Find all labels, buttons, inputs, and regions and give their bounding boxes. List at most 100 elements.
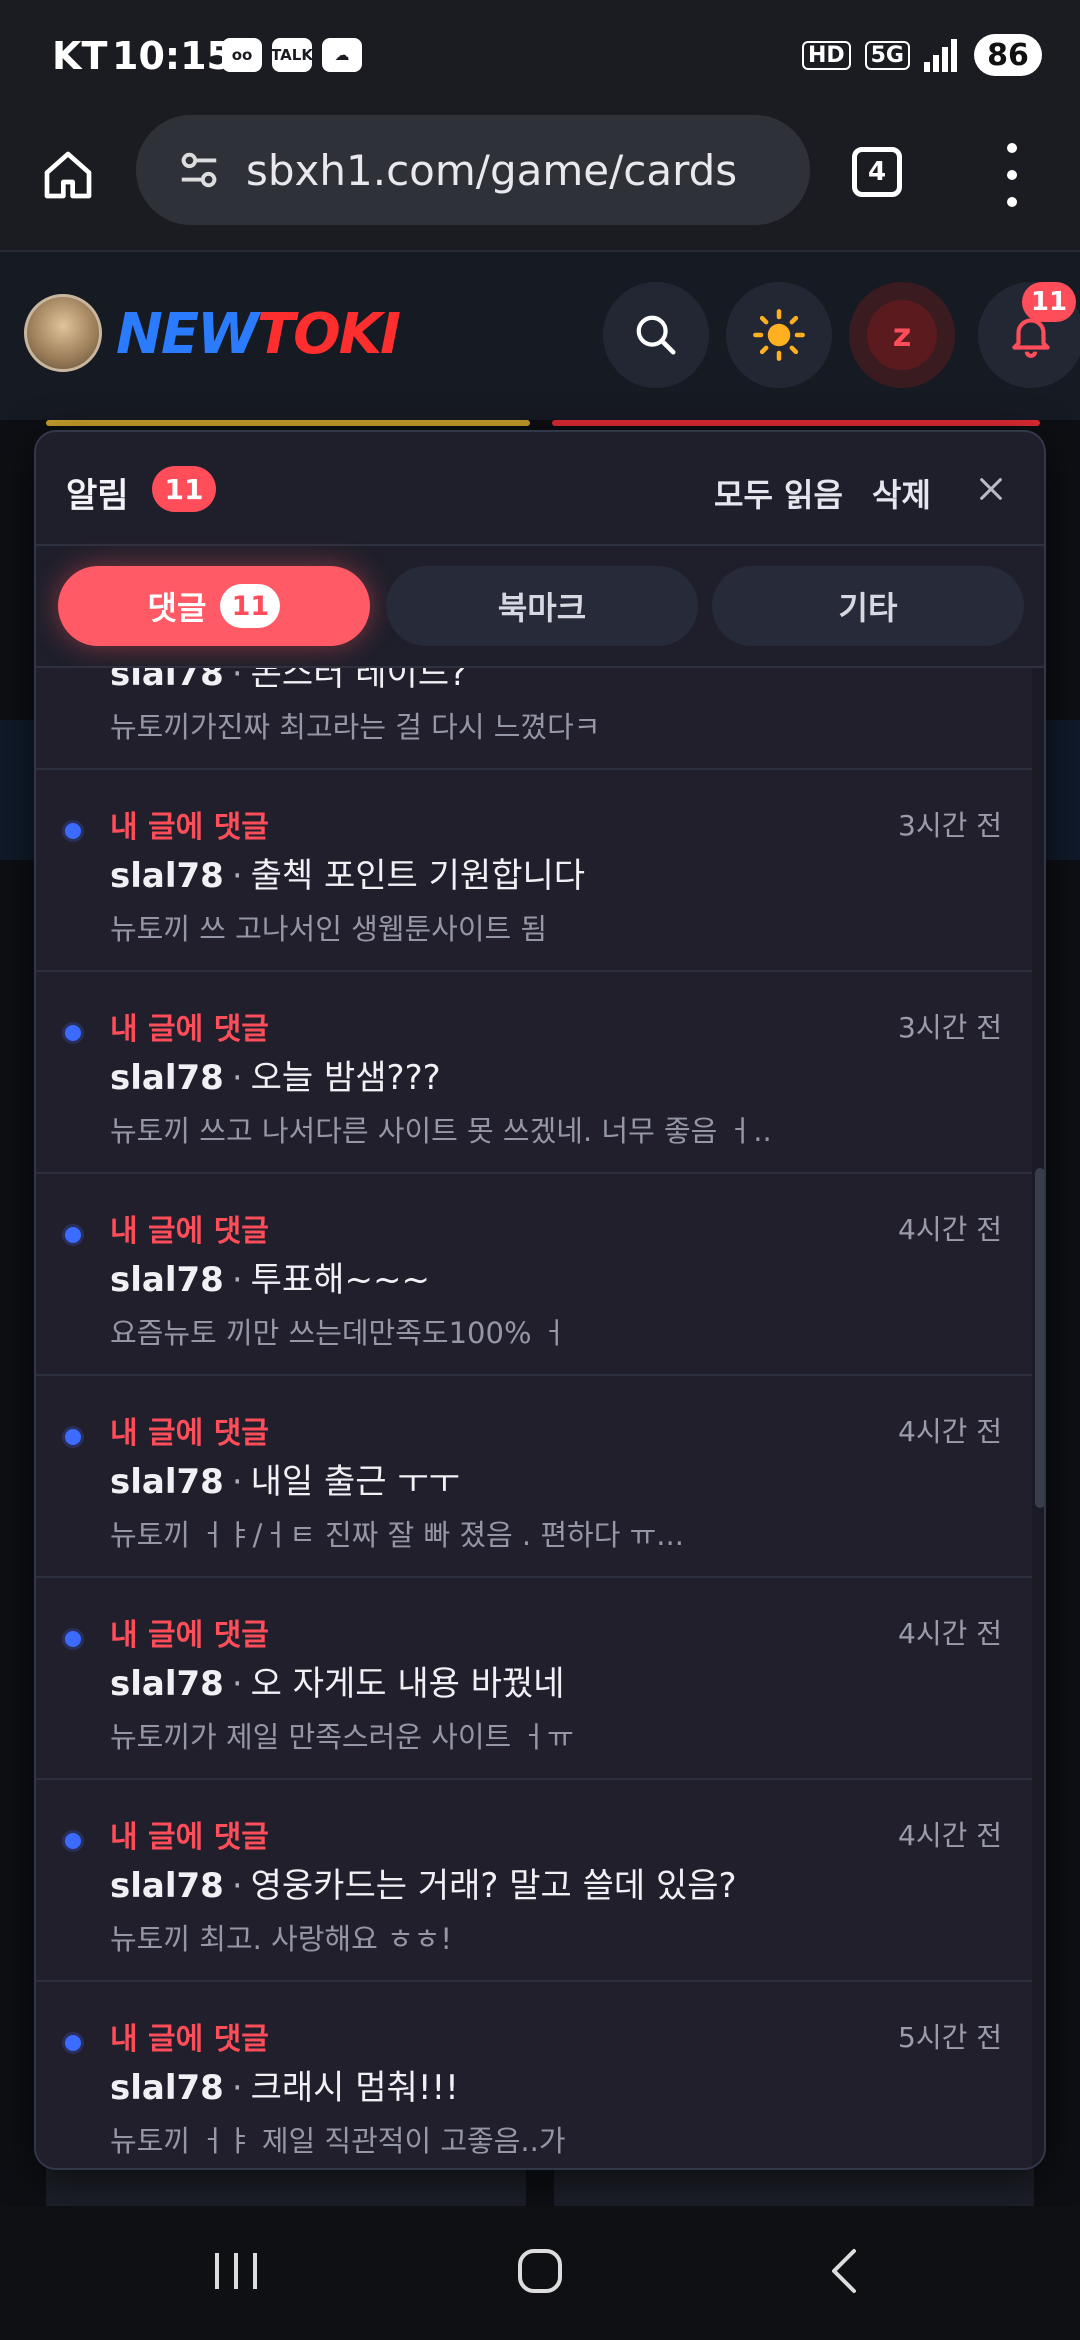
theme-toggle-button[interactable]: [726, 282, 832, 388]
close-button[interactable]: [966, 464, 1016, 514]
notification-time: 3시간 전: [898, 1011, 1002, 1044]
unread-dot: [62, 1022, 84, 1044]
unread-dot: [62, 820, 84, 842]
delete-button[interactable]: 삭제: [872, 470, 931, 516]
browser-menu-button[interactable]: [1000, 143, 1024, 207]
site-logo[interactable]: NEWTOKI: [116, 302, 401, 367]
notification-user: slal78: [110, 668, 224, 694]
network-5g-icon: 5G: [864, 40, 910, 70]
notification-type: 내 글에 댓글: [110, 1214, 269, 1249]
menu-dot: [1007, 143, 1017, 153]
notification-panel: 알림 11 모두 읽음 삭제 댓글 11 북마크 기타 slal78 · 몬스터 레…: [34, 430, 1046, 2170]
clock: 10:15: [112, 34, 233, 78]
notification-type: 내 글에 댓글: [110, 1820, 269, 1855]
notification-user: slal78: [110, 1866, 224, 1906]
notification-title: slal78 · 출첵 포인트 기원합니다: [110, 856, 586, 896]
back-button[interactable]: [804, 2236, 884, 2306]
notification-item[interactable]: 내 글에 댓글 3시간 전 slal78 · 오늘 밤샘??? 뉴토끼 쓰고 나서다…: [36, 972, 1032, 1174]
notification-title: slal78 · 오 자게도 내용 바꿨네: [110, 1664, 565, 1704]
profile-button[interactable]: z: [849, 282, 955, 388]
home-button[interactable]: [36, 143, 100, 207]
address-bar[interactable]: sbxh1.com/game/cards: [136, 115, 810, 225]
post-title: 몬스터 레이드?: [250, 668, 468, 694]
notification-item[interactable]: 내 글에 댓글 5시간 전 slal78 · 크래시 멈춰!!! 뉴토끼 ㅓㅑ 제일…: [36, 1982, 1032, 2168]
list-scrollbar[interactable]: [1032, 668, 1044, 2168]
notification-item[interactable]: 내 글에 댓글 4시간 전 slal78 · 영웅카드는 거래? 말고 쓸데 있음?…: [36, 1780, 1032, 1982]
avatar: z: [867, 300, 937, 370]
unread-dot: [62, 1830, 84, 1852]
kakaotalk-icon: TALK: [271, 38, 313, 72]
notification-type: 내 글에 댓글: [110, 1012, 269, 1047]
panel-title: 알림: [66, 476, 129, 516]
notification-time: 5시간 전: [898, 2021, 1002, 2054]
sun-icon: [753, 309, 805, 361]
tab-comments[interactable]: 댓글 11: [58, 566, 370, 646]
notification-type: 내 글에 댓글: [110, 2022, 269, 2057]
post-title: 투표해~~~: [250, 1260, 430, 1300]
notification-title: slal78 · 크래시 멈춰!!!: [110, 2068, 459, 2108]
home-icon: [44, 151, 92, 199]
notification-user: slal78: [110, 1664, 224, 1704]
comment-preview: 뉴토끼가진짜 최고라는 걸 다시 느꼈다ㅋ: [110, 710, 601, 744]
notification-item[interactable]: 내 글에 댓글 4시간 전 slal78 · 오 자게도 내용 바꿨네 뉴토끼가 제…: [36, 1578, 1032, 1780]
notification-item[interactable]: 내 글에 댓글 4시간 전 slal78 · 내일 출근 ㅜㅜ 뉴토끼 ㅓㅑ/ㅓㅌ …: [36, 1376, 1032, 1578]
home-circle-icon: [518, 2249, 562, 2293]
url-text[interactable]: sbxh1.com/game/cards: [246, 146, 737, 195]
post-title: 영웅카드는 거래? 말고 쓸데 있음?: [250, 1866, 737, 1906]
browser-toolbar: sbxh1.com/game/cards 4: [0, 115, 1080, 250]
notification-list: slal78 · 몬스터 레이드? 뉴토끼가진짜 최고라는 걸 다시 느꼈다ㅋ 내 …: [36, 668, 1032, 2168]
notification-user: slal78: [110, 1260, 224, 1300]
post-title: 크래시 멈춰!!!: [250, 2068, 459, 2108]
scrollbar-thumb[interactable]: [1035, 1168, 1044, 1508]
tab-switcher-button[interactable]: 4: [852, 147, 902, 197]
notification-time: 3시간 전: [898, 809, 1002, 842]
notification-title: slal78 · 투표해~~~: [110, 1260, 430, 1300]
recent-apps-icon: [215, 2253, 257, 2289]
system-nav-bar: [0, 2206, 1080, 2340]
search-button[interactable]: [603, 282, 709, 388]
background-banner-strip: [46, 420, 530, 426]
menu-dot: [1007, 197, 1017, 207]
unread-dot: [62, 1426, 84, 1448]
notification-user: slal78: [110, 1462, 224, 1502]
voicemail-icon: oo: [222, 38, 262, 72]
notification-time: 4시간 전: [898, 1617, 1002, 1650]
tab-label: 댓글: [147, 589, 207, 627]
tab-label: 기타: [838, 589, 898, 627]
site-settings-icon[interactable]: [176, 147, 222, 193]
comment-preview: 뉴토끼 ㅓㅑ 제일 직관적이 고좋음..가: [110, 2124, 566, 2158]
notification-type: 내 글에 댓글: [110, 1618, 269, 1653]
notification-type: 내 글에 댓글: [110, 1416, 269, 1451]
comment-preview: 요즘뉴토 끼만 쓰는데만족도100% ㅓ: [110, 1316, 568, 1350]
post-title: 오 자게도 내용 바꿨네: [250, 1664, 565, 1704]
notifications-button[interactable]: 11: [978, 282, 1080, 388]
notification-item[interactable]: 내 글에 댓글 4시간 전 slal78 · 투표해~~~ 요즘뉴토 끼만 쓰는데만…: [36, 1174, 1032, 1376]
notification-title: slal78 · 영웅카드는 거래? 말고 쓸데 있음?: [110, 1866, 737, 1906]
logo-toki: TOKI: [256, 302, 401, 367]
battery-indicator: 86: [974, 34, 1042, 76]
post-title: 오늘 밤샘???: [250, 1058, 441, 1098]
tab-bookmarks[interactable]: 북마크: [386, 566, 698, 646]
post-title: 출첵 포인트 기원합니다: [250, 856, 586, 896]
notification-time: 4시간 전: [898, 1415, 1002, 1448]
notification-tabs: 댓글 11 북마크 기타: [36, 546, 1044, 668]
mark-all-read-button[interactable]: 모두 읽음: [714, 470, 843, 516]
unread-count-badge: 11: [152, 466, 216, 512]
notification-user: slal78: [110, 2068, 224, 2108]
home-nav-button[interactable]: [500, 2236, 580, 2306]
notification-title: slal78 · 오늘 밤샘???: [110, 1058, 441, 1098]
tab-others[interactable]: 기타: [712, 566, 1024, 646]
comment-preview: 뉴토끼 최고. 사랑해요 ㅎㅎ!: [110, 1922, 452, 1956]
cloud-icon: ☁: [322, 38, 362, 72]
close-icon: [980, 478, 1002, 500]
notification-item[interactable]: 내 글에 댓글 3시간 전 slal78 · 출첵 포인트 기원합니다 뉴토끼 쓰 …: [36, 770, 1032, 972]
notification-icons: oo TALK ☁: [222, 38, 362, 72]
notification-time: 4시간 전: [898, 1213, 1002, 1246]
notification-time: 4시간 전: [898, 1819, 1002, 1852]
unread-dot: [62, 1224, 84, 1246]
tab-label: 북마크: [497, 589, 587, 627]
notification-item[interactable]: slal78 · 몬스터 레이드? 뉴토끼가진짜 최고라는 걸 다시 느꼈다ㅋ: [36, 668, 1032, 770]
search-icon: [636, 315, 676, 355]
recent-apps-button[interactable]: [196, 2236, 276, 2306]
logo-mascot[interactable]: [24, 294, 102, 372]
